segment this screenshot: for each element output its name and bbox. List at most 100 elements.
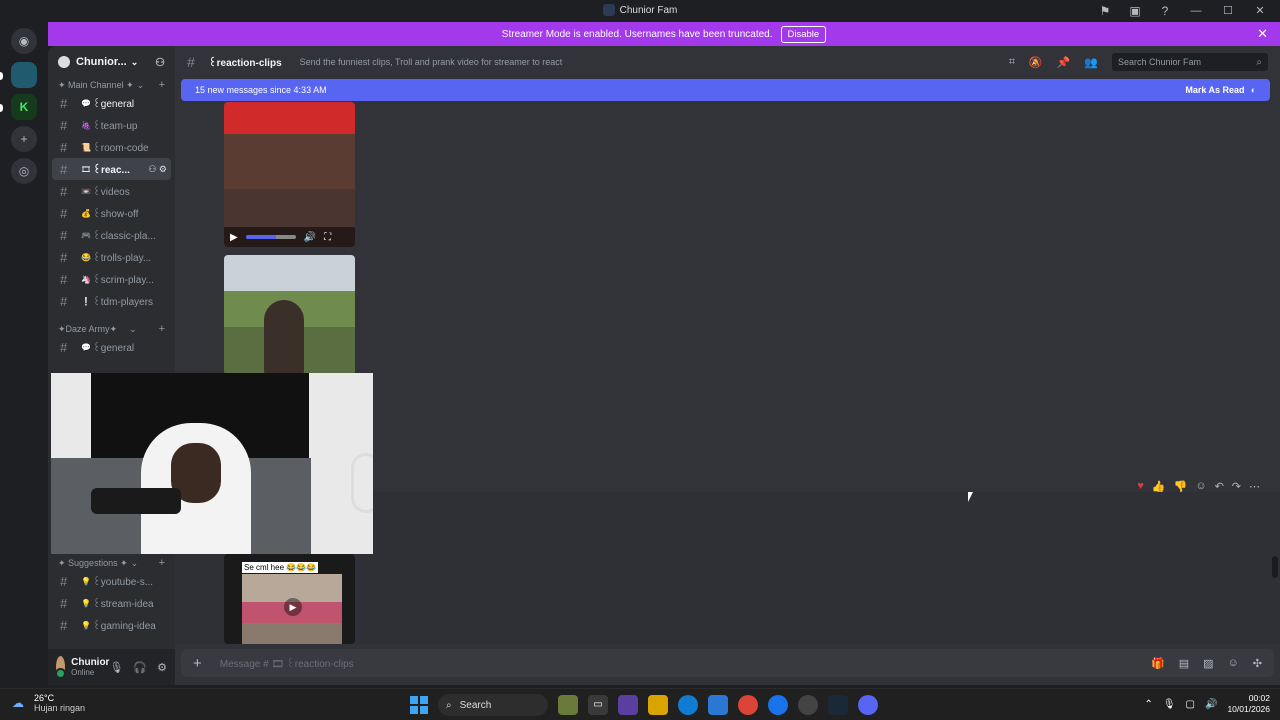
- volume-icon[interactable]: 🔊: [1205, 699, 1217, 710]
- heart-reaction-icon[interactable]: ♥: [1137, 480, 1144, 493]
- channel-emoji: ❕: [81, 296, 91, 306]
- channel-label: ꒰show-off: [92, 208, 139, 220]
- more-icon[interactable]: ⋯: [1249, 480, 1260, 493]
- mute-bell-icon[interactable]: 🔕: [1029, 56, 1043, 69]
- weather-condition: Hujan ringan: [34, 703, 86, 713]
- channel-scrim-players[interactable]: # 🦄 ꒰scrim-play...: [52, 268, 171, 290]
- task-view-icon[interactable]: ▭: [588, 695, 608, 715]
- category-main-channel[interactable]: ✦ Main Channel ✦ ⌄ +: [48, 78, 175, 92]
- microphone-icon[interactable]: 🎙: [1163, 699, 1176, 710]
- store-icon[interactable]: [708, 695, 728, 715]
- progress-track[interactable]: [245, 235, 296, 239]
- channel-actions[interactable]: ⚇ ⚙: [148, 164, 167, 175]
- search-input[interactable]: Search Chunior Fam ⌕: [1112, 53, 1268, 71]
- app-icon-m365[interactable]: [618, 695, 638, 715]
- close-button[interactable]: ✕: [1250, 3, 1270, 19]
- maximize-button[interactable]: ☐: [1218, 3, 1238, 19]
- channel-topic[interactable]: Send the funniest clips, Troll and prank…: [300, 57, 563, 67]
- add-channel-icon[interactable]: +: [159, 79, 165, 91]
- streamer-mode-banner: Streamer Mode is enabled. Usernames have…: [48, 22, 1280, 46]
- channel-reaction-clips[interactable]: # 🎞 ꒰reac... ⚇ ⚙: [52, 158, 171, 180]
- network-icon[interactable]: ▢: [1186, 699, 1195, 710]
- channel-youtube-suggestions[interactable]: # 💡 ꒰youtube-s...: [52, 570, 171, 592]
- thumbs-up-icon[interactable]: 👍: [1152, 480, 1166, 493]
- sticker-icon[interactable]: ▨: [1203, 657, 1213, 670]
- flag-icon[interactable]: ⚑: [1096, 3, 1114, 19]
- discover-icon[interactable]: ◎: [11, 158, 37, 184]
- thumbs-down-icon[interactable]: 👎: [1174, 480, 1188, 493]
- volume-icon[interactable]: 🔊: [304, 232, 316, 243]
- channel-tdm-players[interactable]: # ❕ ꒰tdm-players: [52, 290, 171, 312]
- unread-pill-2: [0, 104, 3, 112]
- scrollbar[interactable]: [1272, 556, 1278, 578]
- minimize-button[interactable]: —: [1186, 3, 1206, 19]
- channel-show-off[interactable]: # 💰 ꒰show-off: [52, 202, 171, 224]
- channel-videos[interactable]: # 📼 ꒰videos: [52, 180, 171, 202]
- weather-widget[interactable]: ☁ 26°C Hujan ringan: [12, 693, 85, 713]
- channel-gaming-idea[interactable]: # 💡 ꒰gaming-idea: [52, 614, 171, 636]
- clock[interactable]: 00:02 10/01/2026: [1227, 693, 1270, 715]
- avatar[interactable]: [55, 656, 67, 679]
- forward-icon[interactable]: ↷: [1232, 480, 1241, 493]
- channel-daze-general[interactable]: # 💬 ꒰general: [52, 336, 171, 358]
- server-icon-k[interactable]: K: [11, 94, 37, 120]
- play-icon[interactable]: ▶: [230, 232, 238, 243]
- image-attachment[interactable]: [224, 255, 355, 375]
- edge-icon[interactable]: [678, 695, 698, 715]
- disable-button[interactable]: Disable: [780, 25, 827, 43]
- window-title-text: Chunior Fam: [619, 5, 678, 16]
- add-server-icon[interactable]: +: [11, 126, 37, 152]
- headphones-icon[interactable]: 🎧: [133, 661, 147, 674]
- add-channel-icon[interactable]: +: [159, 323, 165, 335]
- steam-icon[interactable]: [828, 695, 848, 715]
- channel-stream-idea[interactable]: # 💡 ꒰stream-idea: [52, 592, 171, 614]
- member-list-icon[interactable]: 👥: [1084, 56, 1098, 69]
- reply-icon[interactable]: ↶: [1215, 480, 1224, 493]
- category-daze-army[interactable]: ✦Daze Army✦ ⌄ +: [48, 322, 175, 336]
- invite-icon[interactable]: ⚇: [155, 56, 165, 69]
- channel-general[interactable]: # 💬 ꒰general: [52, 92, 171, 114]
- inbox-icon[interactable]: ▣: [1126, 3, 1144, 19]
- message-composer[interactable]: + Message # 🎞 ꒰reaction-clips 🎁 ▤ ▨ ☺ ✣: [181, 649, 1274, 677]
- threads-icon[interactable]: ⌗: [1009, 56, 1015, 69]
- server-header[interactable]: Chunior... ⌄ ⚇: [48, 46, 175, 78]
- invite-icon[interactable]: ⚇: [148, 164, 156, 174]
- emoji-icon[interactable]: ☺: [1228, 657, 1239, 670]
- pin-icon[interactable]: 📌: [1057, 56, 1071, 69]
- chrome-icon[interactable]: [738, 695, 758, 715]
- category-suggestions[interactable]: ✦ Suggestions ✦ ⌄ +: [48, 556, 175, 570]
- file-explorer-icon[interactable]: [648, 695, 668, 715]
- taskbar-search[interactable]: ⌕ Search: [438, 694, 548, 716]
- close-icon[interactable]: ✕: [1257, 26, 1268, 42]
- gif-icon[interactable]: ▤: [1179, 657, 1189, 670]
- video-attachment-2[interactable]: Se cml hee 😂😂😂 ▶: [224, 554, 355, 644]
- channel-team-up[interactable]: # 🍇 ꒰team-up: [52, 114, 171, 136]
- add-channel-icon[interactable]: +: [159, 557, 165, 569]
- server-icon-chunior[interactable]: [11, 62, 37, 88]
- play-icon[interactable]: ▶: [284, 598, 302, 616]
- channel-trolls-players[interactable]: # 😂 ꒰trolls-play...: [52, 246, 171, 268]
- discord-icon[interactable]: [858, 695, 878, 715]
- channel-title: ꒰reaction-clips: [208, 57, 282, 69]
- apps-icon[interactable]: ✣: [1253, 657, 1262, 670]
- new-messages-bar[interactable]: 15 new messages since 4:33 AM Mark As Re…: [181, 79, 1270, 101]
- channel-classic-players[interactable]: # 🎮 ꒰classic-pla...: [52, 224, 171, 246]
- add-reaction-icon[interactable]: ☺: [1195, 480, 1206, 493]
- gear-icon[interactable]: ⚙: [157, 661, 167, 674]
- direct-messages-icon[interactable]: ◉: [11, 28, 37, 54]
- chevron-up-icon[interactable]: ⌃: [1144, 699, 1152, 710]
- mark-as-read-button[interactable]: Mark As Read: [1185, 85, 1244, 95]
- widgets-icon[interactable]: [558, 695, 578, 715]
- video-attachment[interactable]: ▶ 🔊 ⛶: [224, 102, 355, 247]
- help-icon[interactable]: ?: [1156, 3, 1174, 19]
- obs-icon[interactable]: [798, 695, 818, 715]
- add-attachment-icon[interactable]: +: [193, 655, 202, 672]
- hash-icon: #: [60, 117, 68, 133]
- chrome-profile-icon[interactable]: [768, 695, 788, 715]
- fullscreen-icon[interactable]: ⛶: [324, 232, 331, 243]
- channel-room-code[interactable]: # 📜 ꒰room-code: [52, 136, 171, 158]
- gear-icon[interactable]: ⚙: [159, 164, 167, 174]
- start-button[interactable]: [410, 696, 428, 714]
- gift-icon[interactable]: 🎁: [1151, 657, 1165, 670]
- microphone-icon[interactable]: 🎙: [109, 661, 123, 674]
